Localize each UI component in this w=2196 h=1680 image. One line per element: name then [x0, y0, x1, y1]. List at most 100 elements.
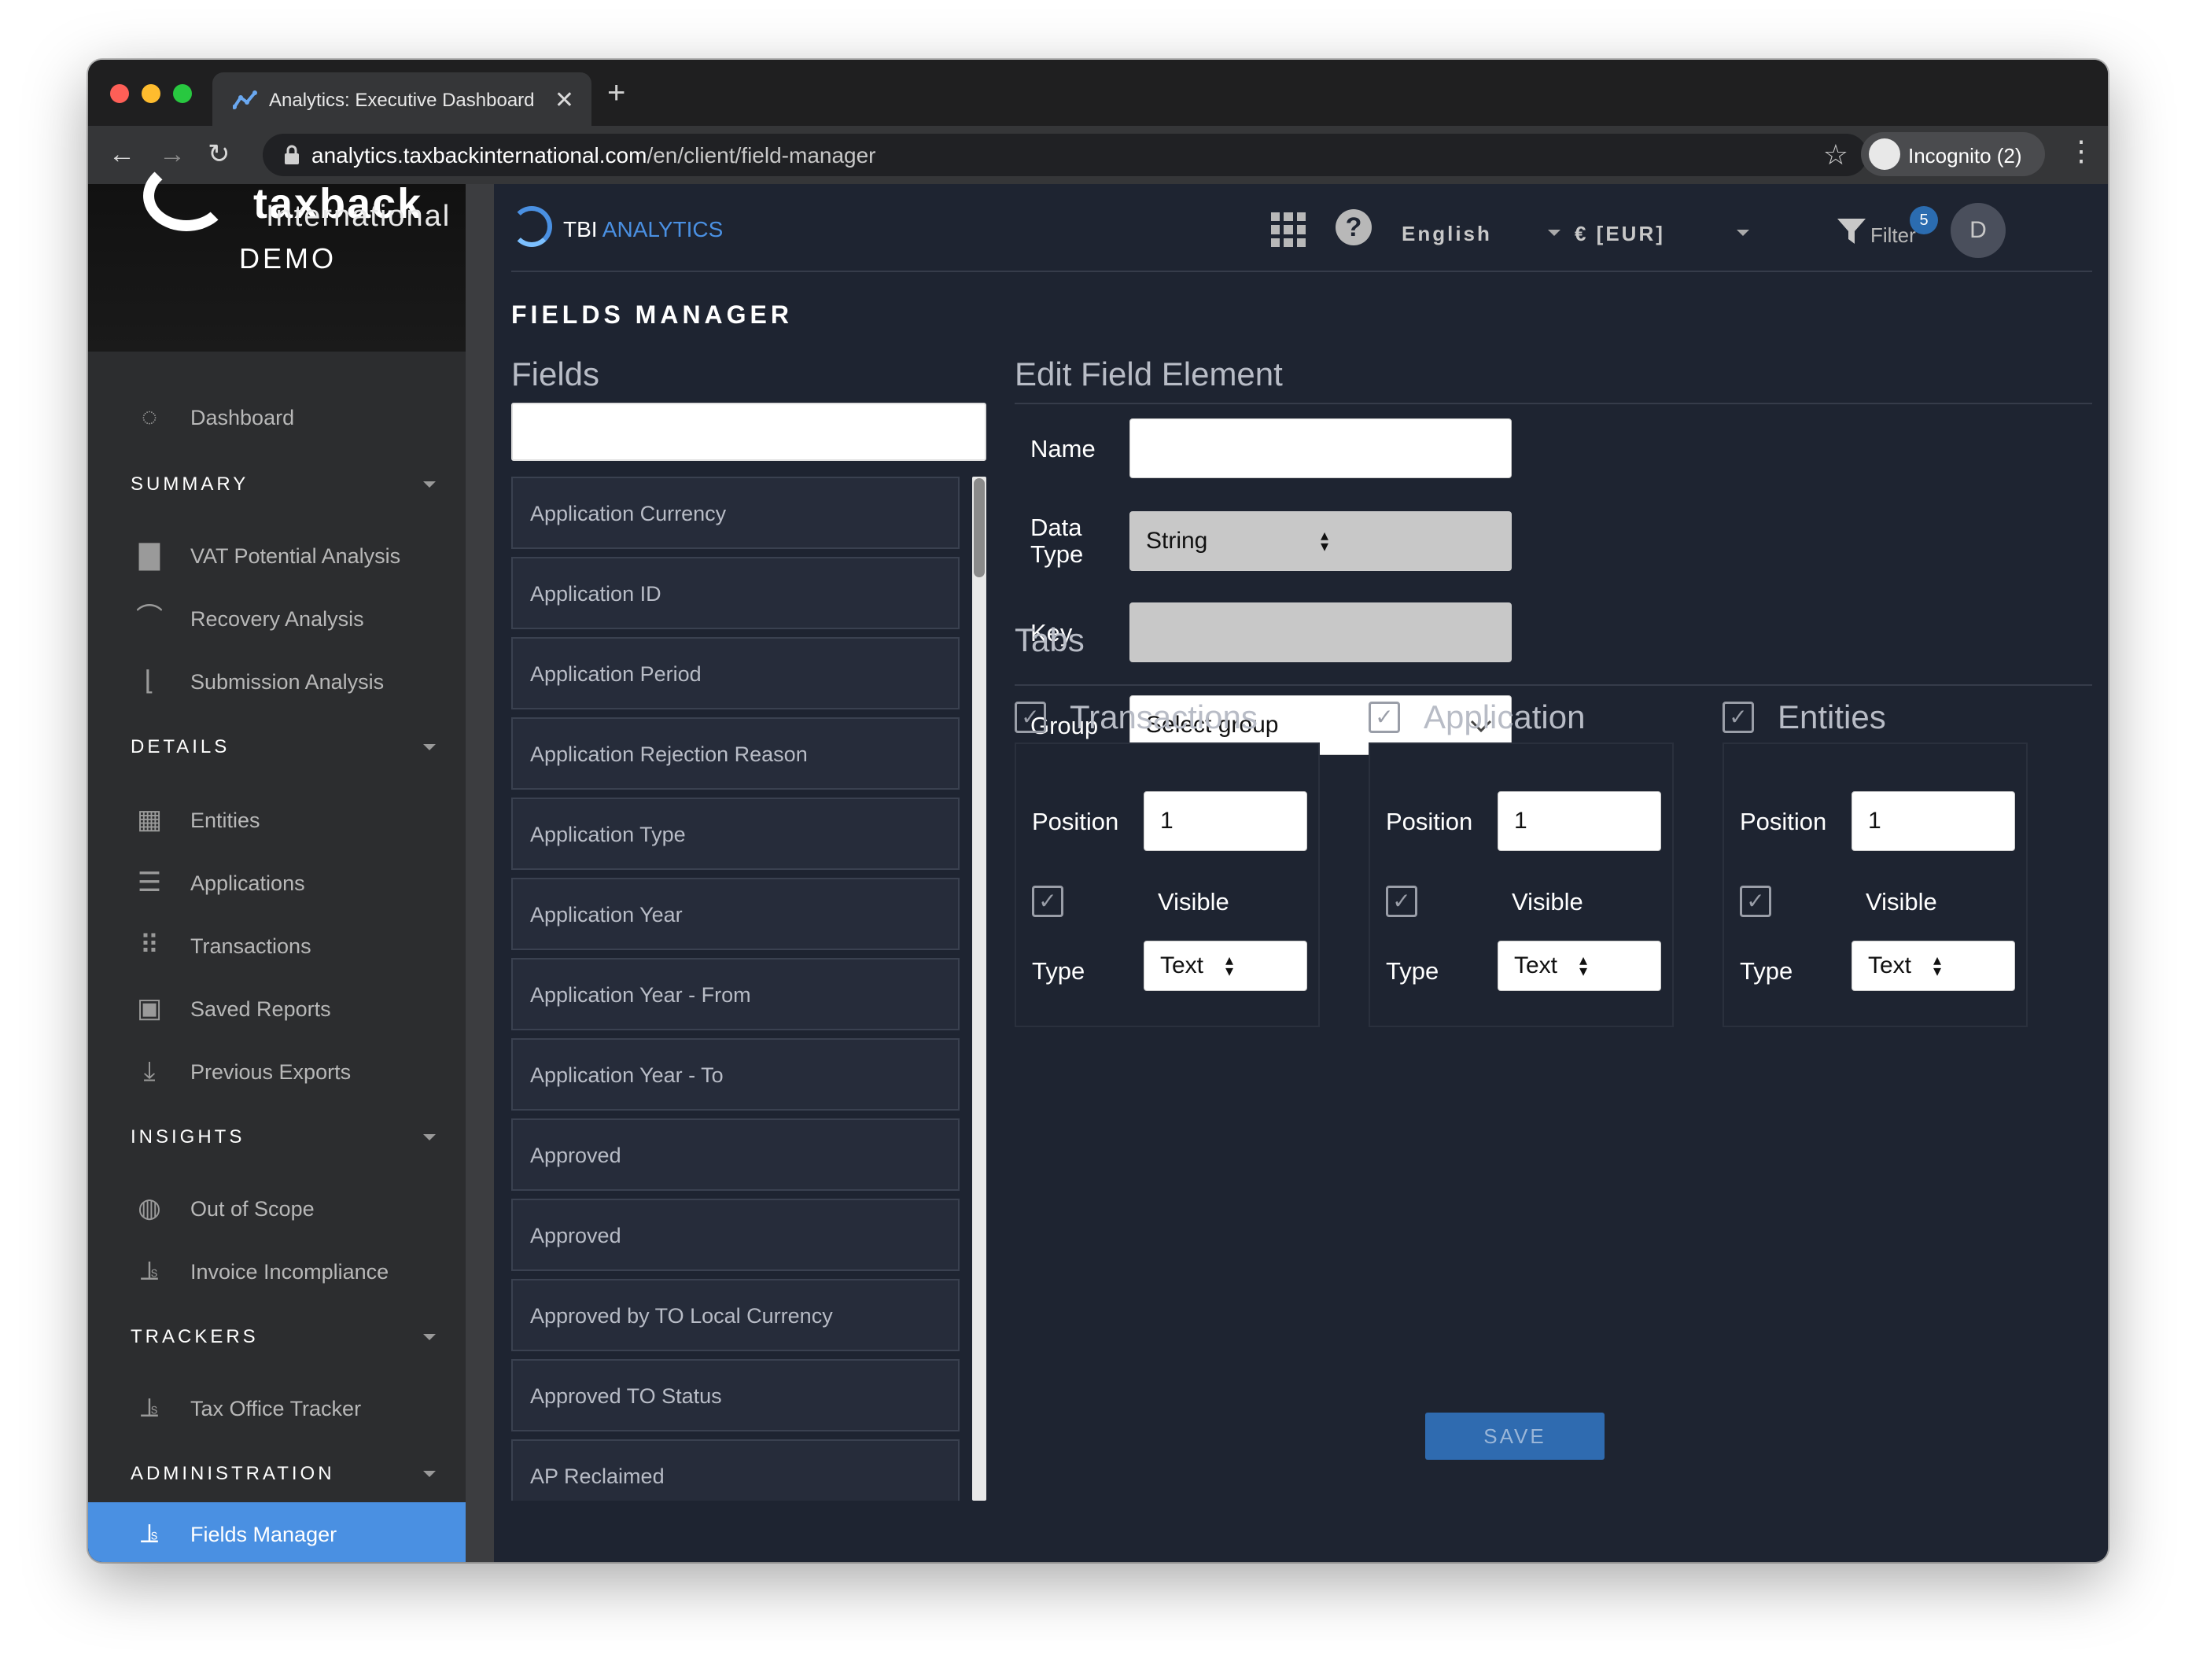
line-chart-icon: ⌊: [144, 666, 155, 696]
tab-entities-visible-checkbox[interactable]: ✓: [1740, 886, 1771, 917]
taxback-logo-icon: [143, 160, 230, 231]
filter-label[interactable]: Filter: [1870, 223, 1916, 248]
field-list-item[interactable]: Application Year: [511, 878, 960, 950]
back-icon[interactable]: ←: [109, 138, 135, 170]
tab-entities-type-select[interactable]: Text ▴ ▾: [1851, 941, 2015, 991]
tab-application-type-select[interactable]: Text ▴ ▾: [1498, 941, 1661, 991]
chevron-down-icon: [423, 1134, 436, 1140]
download-icon: ⤓: [143, 1056, 156, 1086]
sidebar-item-transactions[interactable]: ⠿ Transactions: [88, 917, 466, 972]
field-list-item[interactable]: Application Period: [511, 637, 960, 709]
tab-application-type-label: Type: [1386, 957, 1439, 985]
minimize-window-button[interactable]: [142, 84, 160, 103]
save-icon: ▣: [136, 993, 163, 1023]
field-list-item[interactable]: AP Reclaimed: [511, 1439, 960, 1501]
sidebar-item-dashboard[interactable]: ◌ Dashboard: [88, 389, 466, 444]
field-list-item[interactable]: Application Type: [511, 798, 960, 870]
name-input[interactable]: [1129, 418, 1512, 478]
incognito-profile-button[interactable]: Incognito (2): [1861, 132, 2045, 176]
currency-select[interactable]: € [EUR]: [1575, 222, 1665, 246]
lock-icon: [285, 145, 299, 164]
sidebar-item-recovery-analysis[interactable]: ⌒ Recovery Analysis: [88, 590, 466, 645]
reload-icon[interactable]: ↻: [208, 138, 230, 170]
filter-icon[interactable]: [1836, 216, 1867, 247]
tab-close-icon[interactable]: ✕: [555, 87, 574, 114]
maximize-window-button[interactable]: [173, 84, 192, 103]
sidebar-section-summary[interactable]: SUMMARY: [131, 473, 461, 496]
sidebar-item-tax-office-tracker[interactable]: ⫡ Tax Office Tracker: [88, 1380, 466, 1435]
browser-menu-icon[interactable]: ⋮: [2067, 135, 2095, 167]
fields-list-scroll-thumb[interactable]: [974, 478, 985, 577]
incognito-icon: [1869, 138, 1900, 170]
sidebar-item-invoice-incompliance[interactable]: ⫡ Invoice Incompliance: [88, 1243, 466, 1298]
apps-grid-icon[interactable]: [1271, 212, 1306, 247]
sidebar-item-vat-potential-analysis[interactable]: ▇ VAT Potential Analysis: [88, 527, 466, 582]
sidebar-section-trackers[interactable]: TRACKERS: [131, 1326, 461, 1348]
help-icon[interactable]: ?: [1336, 209, 1372, 245]
sidebar-section-details[interactable]: DETAILS: [131, 736, 461, 758]
language-select[interactable]: English: [1402, 222, 1492, 246]
tab-transactions-position-input[interactable]: 1: [1144, 791, 1307, 851]
field-list-item[interactable]: Application Year - From: [511, 958, 960, 1030]
language-dropdown-icon[interactable]: [1548, 230, 1560, 236]
sidebar-item-out-of-scope[interactable]: ◍ Out of Scope: [88, 1180, 466, 1235]
field-list-item[interactable]: Approved: [511, 1199, 960, 1271]
fields-header: Fields: [511, 356, 600, 392]
app-logo-text[interactable]: TBI ANALYTICS: [563, 217, 723, 242]
chevron-down-icon: [423, 744, 436, 750]
chevron-down-icon: [423, 1471, 436, 1477]
address-bar[interactable]: analytics.taxbackinternational.com/en/cl…: [263, 134, 1867, 176]
new-tab-icon[interactable]: +: [607, 77, 625, 109]
field-list-item[interactable]: Approved by TO Local Currency: [511, 1279, 960, 1351]
tab-transactions-visible-checkbox[interactable]: ✓: [1032, 886, 1063, 917]
tab-application-visible-checkbox[interactable]: ✓: [1386, 886, 1417, 917]
dashboard-icon: ◌: [141, 402, 158, 432]
sidebar-item-submission-analysis[interactable]: ⌊ Submission Analysis: [88, 653, 466, 708]
field-list-item[interactable]: Approved: [511, 1118, 960, 1191]
tab-entities-position-label: Position: [1740, 808, 1827, 835]
tab-transactions-type-select[interactable]: Text ▴ ▾: [1144, 941, 1307, 991]
fields-list-scrollbar[interactable]: [972, 477, 986, 1501]
brand-subtitle: International: [266, 200, 451, 233]
data-type-select[interactable]: String ▴ ▾: [1129, 511, 1512, 571]
sidebar-item-fields-manager[interactable]: ⫡ Fields Manager: [88, 1502, 466, 1562]
field-list-item[interactable]: Application Currency: [511, 477, 960, 549]
tab-transactions-checkbox[interactable]: ✓: [1015, 702, 1046, 733]
sidebar-item-entities[interactable]: ▦ Entities: [88, 791, 466, 846]
data-type-label: Data Type: [1030, 514, 1084, 568]
fields-search-input[interactable]: [511, 403, 986, 461]
sidebar-section-administration[interactable]: ADMINISTRATION: [131, 1463, 461, 1485]
key-input[interactable]: [1129, 602, 1512, 662]
tabs-header: Tabs: [1015, 621, 1085, 658]
sidebar-item-applications[interactable]: ☰ Applications: [88, 854, 466, 909]
currency-dropdown-icon[interactable]: [1737, 230, 1749, 236]
url-text: analytics.taxbackinternational.com/en/cl…: [311, 143, 876, 168]
sidebar-scrollbar[interactable]: [480, 184, 494, 1562]
filter-count-badge: 5: [1910, 206, 1938, 234]
tab-entities-position-input[interactable]: 1: [1851, 791, 2015, 851]
tab-transactions-position-label: Position: [1032, 808, 1119, 835]
user-avatar[interactable]: D: [1951, 203, 2006, 258]
gauge-icon: ⌒: [136, 603, 163, 633]
close-window-button[interactable]: [110, 84, 129, 103]
chevron-down-icon: [423, 1334, 436, 1340]
tab-application-visible-label: Visible: [1512, 888, 1583, 916]
sidebar-item-previous-exports[interactable]: ⤓ Previous Exports: [88, 1043, 466, 1098]
field-list-item[interactable]: Approved TO Status: [511, 1359, 960, 1431]
sidebar-item-saved-reports[interactable]: ▣ Saved Reports: [88, 980, 466, 1035]
brand-header: taxback International DEMO: [88, 160, 466, 352]
save-button[interactable]: SAVE: [1425, 1413, 1605, 1460]
sidebar-section-insights[interactable]: INSIGHTS: [131, 1126, 461, 1148]
page-content: taxback International DEMO ◌ Dashboard S…: [88, 160, 2108, 1562]
tab-entities-checkbox[interactable]: ✓: [1723, 702, 1754, 733]
sidebar: taxback International DEMO ◌ Dashboard S…: [88, 160, 480, 1562]
field-list-item[interactable]: Application ID: [511, 557, 960, 629]
grid-dots-icon: ⠿: [139, 930, 160, 960]
tab-application-position-input[interactable]: 1: [1498, 791, 1661, 851]
browser-tab[interactable]: Analytics: Executive Dashboard ✕: [212, 72, 591, 126]
field-list-item[interactable]: Application Year - To: [511, 1038, 960, 1111]
bookmark-star-icon[interactable]: ☆: [1823, 138, 1848, 171]
tab-application-checkbox[interactable]: ✓: [1369, 702, 1400, 733]
field-list-item[interactable]: Application Rejection Reason: [511, 717, 960, 790]
browser-toolbar: ← → ↻ analytics.taxbackinternational.com…: [88, 126, 2108, 184]
